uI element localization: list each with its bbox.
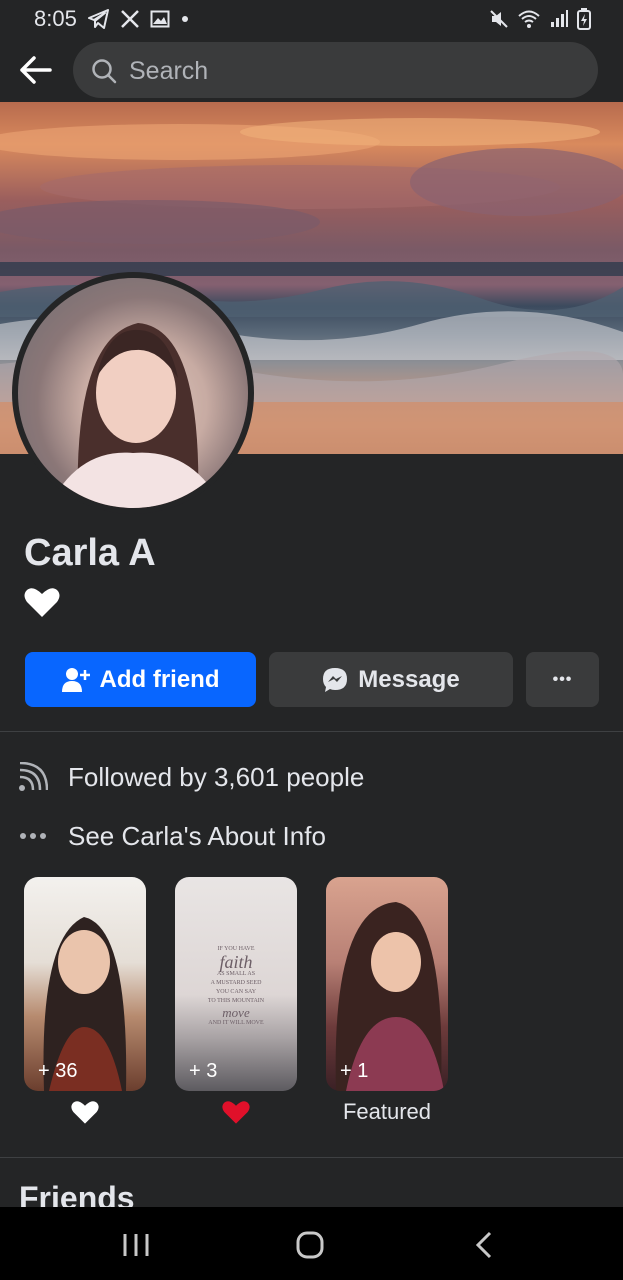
highlight-label (4, 1099, 166, 1131)
highlight-count: + 36 (38, 1060, 78, 1082)
red-heart-icon (222, 1101, 250, 1124)
about-info-row[interactable]: See Carla's About Info (18, 816, 326, 856)
highlight-label: Featured (342, 1099, 432, 1124)
section-divider (0, 1157, 623, 1158)
back-button[interactable] (16, 50, 56, 90)
followers-feed-icon (19, 762, 48, 791)
highlight-label (155, 1099, 317, 1131)
gallery-icon (150, 10, 170, 28)
highlight-item[interactable]: + 1 Featured (326, 877, 448, 1124)
add-friend-button[interactable]: Add friend (25, 652, 256, 707)
profile-picture-photo (18, 278, 248, 508)
wifi-icon (518, 10, 540, 28)
search-input[interactable] (127, 42, 571, 100)
profile-name: Carla A (24, 532, 156, 574)
telegram-icon (88, 9, 109, 29)
profile-picture[interactable] (12, 272, 254, 514)
highlight-thumbnail: + 1 (326, 877, 448, 1091)
mute-icon (490, 10, 508, 28)
home-button[interactable] (290, 1225, 330, 1265)
signal-icon (551, 10, 568, 27)
more-options-button[interactable]: ••• (526, 652, 599, 707)
highlight-count: + 1 (340, 1060, 369, 1082)
add-person-icon (61, 667, 90, 692)
add-friend-label: Add friend (99, 665, 220, 693)
home-icon (296, 1231, 324, 1259)
highlight-thumbnail: IF YOU HAVE faith AS SMALL AS A MUSTARD … (175, 877, 297, 1091)
status-bar: 8:05 (0, 0, 623, 38)
highlight-item[interactable]: IF YOU HAVE faith AS SMALL AS A MUSTARD … (175, 877, 297, 1124)
profile-bio (24, 586, 60, 623)
search-bar[interactable] (73, 42, 598, 100)
more-dots-icon (20, 833, 46, 839)
more-dots-icon: ••• (552, 670, 573, 688)
white-heart-icon (24, 588, 60, 617)
section-divider (0, 731, 623, 732)
recent-apps-icon (123, 1234, 149, 1256)
message-button[interactable]: Message (269, 652, 513, 707)
followers-text: Followed by 3,601 people (68, 761, 365, 792)
top-bar (0, 38, 623, 102)
recent-apps-button[interactable] (116, 1225, 156, 1265)
battery-icon (577, 8, 591, 30)
status-time: 8:05 (34, 6, 77, 31)
system-back-button[interactable] (464, 1225, 504, 1265)
back-arrow-icon (20, 56, 52, 84)
system-nav-bar (0, 1207, 623, 1280)
message-label: Message (358, 665, 460, 693)
highlight-count: + 3 (189, 1060, 218, 1082)
followers-row[interactable]: Followed by 3,601 people (18, 757, 364, 797)
highlight-item[interactable]: + 36 (24, 877, 146, 1124)
dot-icon (182, 16, 188, 22)
search-icon (92, 59, 117, 84)
messenger-icon (323, 667, 348, 692)
about-info-text: See Carla's About Info (68, 820, 326, 851)
white-heart-icon (71, 1101, 99, 1124)
back-icon (475, 1231, 492, 1259)
x-icon (121, 10, 139, 28)
quote-text: IF YOU HAVE faith AS SMALL AS A MUSTARD … (207, 946, 265, 1026)
highlight-thumbnail: + 36 (24, 877, 146, 1091)
